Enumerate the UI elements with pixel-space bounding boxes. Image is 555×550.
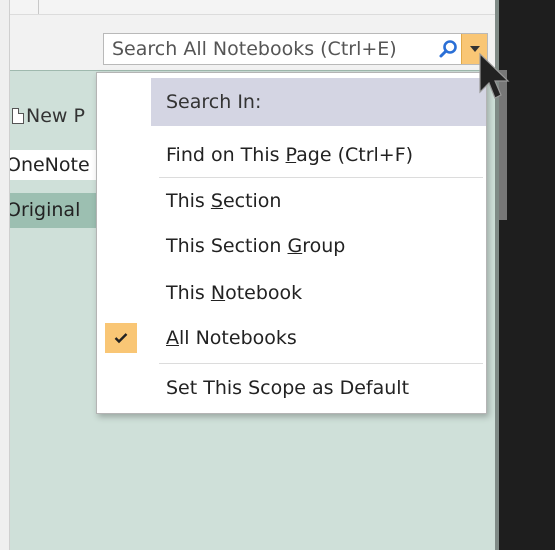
checkmark-icon (105, 323, 137, 353)
new-page-icon (12, 108, 24, 124)
menu-item-label-prefix: Find on This (166, 144, 286, 166)
menu-item-all-notebooks[interactable]: All Notebooks (97, 316, 486, 360)
menu-item-label-prefix: This (166, 282, 211, 304)
menu-item-this-section-group[interactable]: This Section Group (97, 224, 486, 268)
menu-item-this-section[interactable]: This Section (97, 179, 486, 223)
menu-item-set-default-scope[interactable]: Set This Scope as Default (97, 366, 486, 410)
menu-item-accelerator: A (166, 327, 179, 349)
page-pane-border (10, 70, 495, 71)
menu-item-label-suffix: otebook (225, 282, 303, 304)
menu-item-find-on-page[interactable]: Find on This Page (Ctrl+F) (97, 133, 486, 177)
new-page-button[interactable]: New P (10, 102, 100, 130)
page-list-item[interactable]: OneNote (10, 150, 100, 180)
menu-item-accelerator: P (285, 144, 297, 166)
search-input[interactable] (104, 34, 435, 64)
menu-item-label-prefix: This Section (166, 235, 288, 257)
menu-header: Search In: (151, 78, 486, 126)
menu-separator (159, 363, 483, 364)
menu-item-label-suffix: roup (302, 235, 346, 257)
page-title: OneNote (10, 154, 90, 176)
search-box (103, 33, 488, 65)
arrow-cursor-icon (479, 52, 510, 99)
left-window-edge (0, 0, 10, 550)
menu-item-label-suffix: ection (222, 190, 282, 212)
menu-item-label-prefix: This (166, 190, 211, 212)
menu-item-label: Set This Scope as Default (166, 377, 410, 399)
menu-item-accelerator: G (287, 235, 303, 257)
menu-item-label-suffix: ll Notebooks (179, 327, 297, 349)
page-list-item-selected[interactable]: Original (10, 193, 100, 228)
page-title: Original (10, 199, 81, 221)
search-scope-menu: Search In: Find on This Page (Ctrl+F) Th… (96, 72, 487, 414)
menu-item-this-notebook[interactable]: This Notebook (97, 271, 486, 315)
menu-item-label-suffix: age (Ctrl+F) (296, 144, 414, 166)
menu-item-accelerator: S (210, 190, 223, 212)
menu-separator (159, 177, 483, 178)
menu-item-accelerator: N (210, 282, 226, 304)
magnifier-icon[interactable] (435, 34, 461, 64)
new-page-label: New P (26, 105, 85, 127)
ribbon-tick (38, 0, 39, 14)
